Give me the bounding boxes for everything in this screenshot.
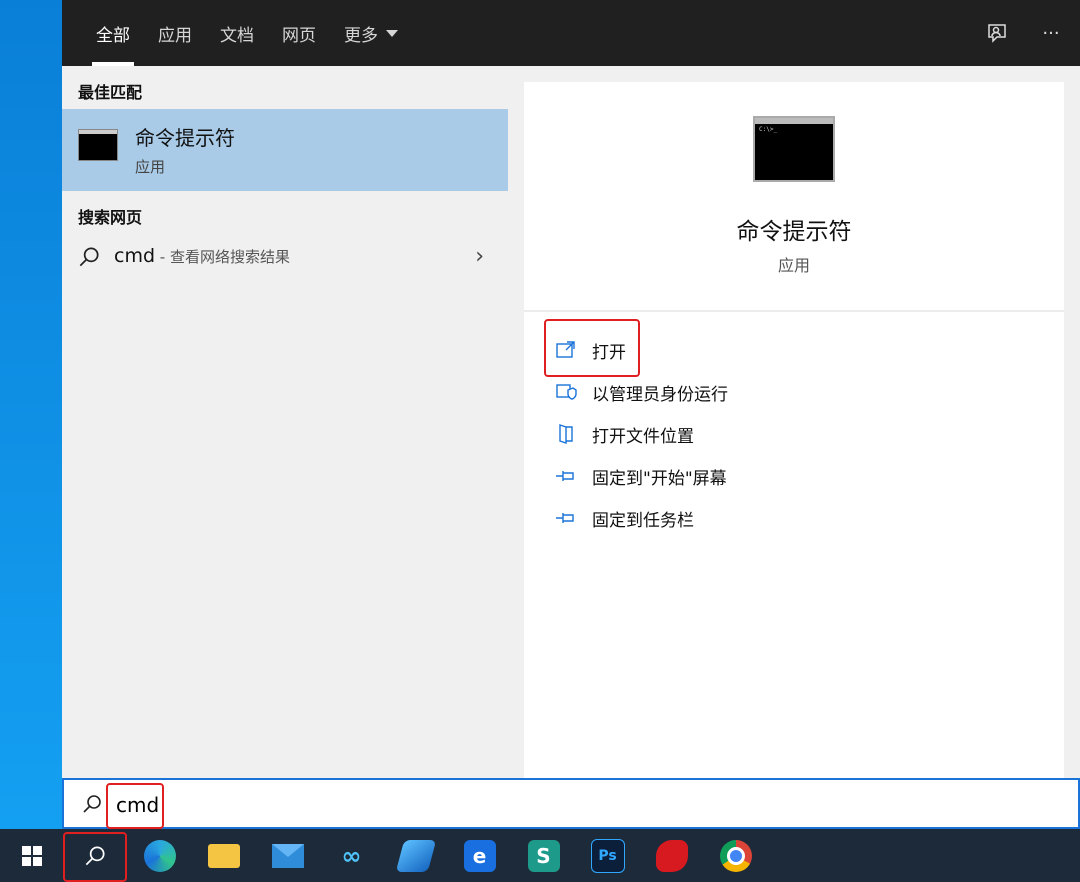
chrome-app[interactable] bbox=[709, 829, 762, 882]
mail-icon bbox=[271, 843, 304, 868]
file-location-icon bbox=[559, 424, 573, 444]
preview-subtitle: 应用 bbox=[777, 256, 810, 275]
pin-icon bbox=[556, 513, 574, 523]
action-pin-to-start[interactable]: 固定到"开始"屏幕 bbox=[554, 461, 727, 491]
action-pin-to-start-label: 固定到"开始"屏幕 bbox=[592, 468, 727, 489]
action-pin-to-taskbar-label: 固定到任务栏 bbox=[592, 510, 694, 531]
s-app[interactable]: S bbox=[517, 829, 570, 882]
search-panel: 全部 应用 文档 网页 更多 ··· 最佳匹配 命令提示符 应用 搜索网页 cm… bbox=[62, 0, 1080, 778]
red-app[interactable] bbox=[645, 829, 698, 882]
results-list: 最佳匹配 命令提示符 应用 搜索网页 cmd - 查看网络搜索结果 › bbox=[62, 66, 508, 778]
windows-logo-icon bbox=[21, 845, 42, 866]
action-run-as-admin-label: 以管理员身份运行 bbox=[592, 384, 728, 405]
tab-all[interactable]: 全部 bbox=[82, 0, 144, 66]
tab-documents[interactable]: 文档 bbox=[206, 0, 268, 66]
action-open-file-location[interactable]: 打开文件位置 bbox=[554, 419, 694, 449]
action-open-file-location-label: 打开文件位置 bbox=[592, 426, 694, 447]
search-icon bbox=[83, 795, 101, 813]
section-best-match: 最佳匹配 bbox=[78, 83, 143, 102]
edge-app[interactable] bbox=[133, 829, 186, 882]
feedback-icon[interactable] bbox=[982, 18, 1012, 48]
search-tabs-bar: 全部 应用 文档 网页 更多 ··· bbox=[62, 0, 1080, 66]
windows-start-button[interactable] bbox=[5, 829, 58, 882]
infinity-icon: ∞ bbox=[341, 841, 362, 870]
chevron-right-icon[interactable]: › bbox=[475, 244, 484, 269]
tab-apps[interactable]: 应用 bbox=[144, 0, 206, 66]
search-icon bbox=[79, 247, 99, 267]
azure-icon bbox=[395, 839, 436, 872]
cmd-app-icon bbox=[78, 129, 118, 161]
mail-app[interactable] bbox=[261, 829, 314, 882]
s-app-icon: S bbox=[527, 839, 560, 872]
preview-title: 命令提示符 bbox=[736, 219, 852, 245]
best-match-subtitle: 应用 bbox=[135, 158, 166, 176]
preview-pane: 命令提示符 应用 打开 以管理员身份运行 打开文件位置 固定到 bbox=[524, 82, 1064, 778]
edge-icon bbox=[143, 839, 176, 872]
preview-header: 命令提示符 应用 bbox=[524, 82, 1064, 312]
more-options-icon[interactable]: ··· bbox=[1036, 18, 1066, 48]
file-explorer-app[interactable] bbox=[197, 829, 250, 882]
web-search-hint: - 查看网络搜索结果 bbox=[155, 248, 290, 266]
search-bar bbox=[62, 778, 1080, 829]
best-match-item[interactable]: 命令提示符 应用 bbox=[62, 109, 508, 191]
action-run-as-admin[interactable]: 以管理员身份运行 bbox=[554, 377, 728, 407]
chrome-icon bbox=[719, 839, 752, 872]
search-input[interactable] bbox=[114, 788, 518, 822]
admin-shield-icon bbox=[556, 384, 577, 400]
tab-more[interactable]: 更多 bbox=[330, 0, 412, 66]
photoshop-app[interactable]: Ps bbox=[581, 829, 634, 882]
caret-down-icon bbox=[386, 29, 398, 37]
section-web-search: 搜索网页 bbox=[78, 208, 143, 227]
cmd-app-large-icon bbox=[753, 116, 835, 182]
pin-icon bbox=[556, 471, 574, 481]
e-app-icon: e bbox=[463, 839, 496, 872]
desktop-background bbox=[0, 0, 62, 829]
action-open[interactable]: 打开 bbox=[554, 335, 626, 365]
red-app-icon bbox=[655, 839, 688, 872]
e-app[interactable]: e bbox=[453, 829, 506, 882]
action-pin-to-taskbar[interactable]: 固定到任务栏 bbox=[554, 503, 694, 533]
taskbar: ∞ e S Ps bbox=[0, 829, 1080, 882]
tab-web[interactable]: 网页 bbox=[268, 0, 330, 66]
action-open-label: 打开 bbox=[592, 342, 626, 363]
web-search-query: cmd bbox=[114, 245, 156, 267]
photoshop-icon: Ps bbox=[590, 838, 625, 873]
highlight-taskbar-search bbox=[63, 832, 127, 882]
folder-icon bbox=[207, 843, 240, 868]
tab-more-label: 更多 bbox=[344, 25, 378, 46]
infinity-app[interactable]: ∞ bbox=[325, 829, 378, 882]
azure-app[interactable] bbox=[389, 829, 442, 882]
open-icon bbox=[556, 341, 575, 358]
best-match-title: 命令提示符 bbox=[135, 126, 235, 150]
web-search-item[interactable]: cmd - 查看网络搜索结果 › bbox=[62, 234, 508, 280]
